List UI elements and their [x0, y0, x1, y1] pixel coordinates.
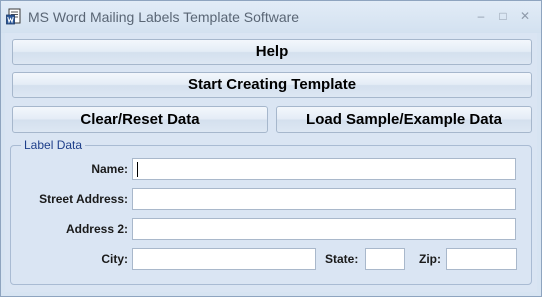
state-label: State: — [325, 252, 359, 266]
clear-reset-data-button[interactable]: Clear/Reset Data — [12, 106, 268, 133]
help-button[interactable]: Help — [12, 39, 532, 65]
name-label: Name: — [91, 162, 128, 176]
name-input[interactable] — [132, 158, 516, 180]
word-document-icon — [6, 8, 21, 25]
street-address-label: Street Address: — [39, 192, 128, 206]
load-sample-data-button[interactable]: Load Sample/Example Data — [276, 106, 532, 133]
address-2-input[interactable] — [132, 218, 516, 240]
label-data-title: Label Data — [21, 138, 86, 152]
label-data-group: Label Data Name: Street Address: Address… — [10, 138, 532, 285]
street-address-input[interactable] — [132, 188, 516, 210]
close-button[interactable]: ✕ — [514, 7, 536, 25]
client-area: Help Start Creating Template Clear/Reset… — [5, 33, 537, 292]
minimize-button[interactable]: – — [470, 7, 492, 25]
zip-input[interactable] — [446, 248, 517, 270]
city-label: City: — [101, 252, 128, 266]
text-caret — [137, 162, 138, 177]
window-title: MS Word Mailing Labels Template Software — [28, 9, 300, 25]
app-window: MS Word Mailing Labels Template Software… — [0, 0, 542, 297]
state-input[interactable] — [365, 248, 405, 270]
address-2-label: Address 2: — [65, 222, 128, 236]
city-input[interactable] — [132, 248, 316, 270]
zip-label: Zip: — [419, 252, 441, 266]
title-bar[interactable]: MS Word Mailing Labels Template Software… — [1, 1, 541, 33]
maximize-button[interactable]: □ — [492, 7, 514, 25]
start-creating-template-button[interactable]: Start Creating Template — [12, 72, 532, 98]
